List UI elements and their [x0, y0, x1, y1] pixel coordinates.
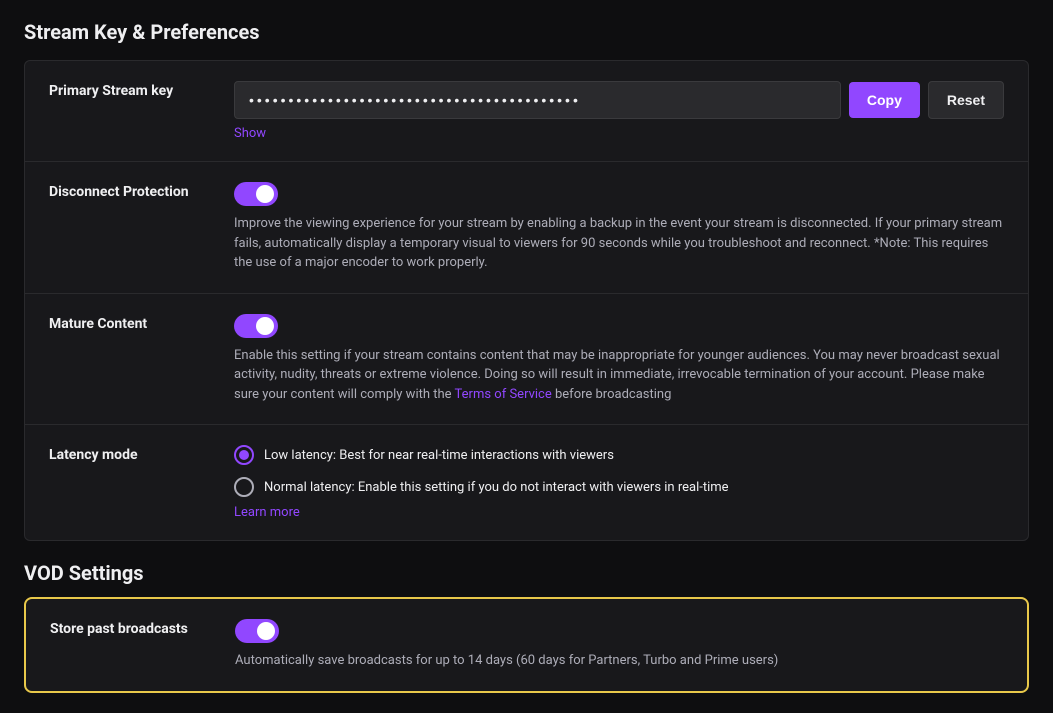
latency-mode-row: Latency mode Low latency: Best for near … — [25, 425, 1028, 540]
latency-low-label: Low latency: Best for near real-time int… — [264, 448, 614, 463]
disconnect-protection-content: Improve the viewing experience for your … — [234, 182, 1004, 273]
latency-mode-content: Low latency: Best for near real-time int… — [234, 445, 1004, 520]
mature-toggle-slider — [234, 314, 278, 338]
store-broadcasts-row: Store past broadcasts Automatically save… — [26, 599, 1027, 691]
disconnect-description: Improve the viewing experience for your … — [234, 214, 1004, 273]
store-toggle-slider — [235, 619, 279, 643]
store-toggle[interactable] — [235, 619, 279, 643]
mature-desc-part2: before broadcasting — [552, 387, 672, 402]
disconnect-protection-label: Disconnect Protection — [49, 182, 234, 200]
disconnect-protection-row: Disconnect Protection Improve the viewin… — [25, 162, 1028, 294]
latency-low-option[interactable]: Low latency: Best for near real-time int… — [234, 445, 1004, 465]
learn-more-link[interactable]: Learn more — [234, 505, 300, 520]
mature-toggle[interactable] — [234, 314, 278, 338]
mature-content-row: Mature Content Enable this setting if yo… — [25, 294, 1028, 426]
store-broadcasts-description: Automatically save broadcasts for up to … — [235, 651, 1003, 671]
page-title: Stream Key & Preferences — [24, 20, 1029, 44]
show-link[interactable]: Show — [234, 126, 266, 141]
stream-key-input-row: Copy Reset — [234, 81, 1004, 119]
latency-normal-option[interactable]: Normal latency: Enable this setting if y… — [234, 477, 1004, 497]
disconnect-toggle-slider — [234, 182, 278, 206]
mature-content-content: Enable this setting if your stream conta… — [234, 314, 1004, 405]
stream-key-content: Copy Reset Show — [234, 81, 1004, 141]
disconnect-toggle[interactable] — [234, 182, 278, 206]
latency-normal-label: Normal latency: Enable this setting if y… — [264, 480, 729, 495]
reset-button[interactable]: Reset — [928, 81, 1004, 119]
stream-key-input[interactable] — [234, 81, 841, 119]
store-broadcasts-label: Store past broadcasts — [50, 619, 235, 637]
page-container: Stream Key & Preferences Primary Stream … — [0, 0, 1053, 713]
tos-link[interactable]: Terms of Service — [455, 387, 552, 402]
mature-description: Enable this setting if your stream conta… — [234, 346, 1004, 405]
store-broadcasts-content: Automatically save broadcasts for up to … — [235, 619, 1003, 671]
store-toggle-container — [235, 619, 1003, 643]
stream-preferences-card: Primary Stream key Copy Reset Show Disco… — [24, 60, 1029, 541]
stream-key-row: Primary Stream key Copy Reset Show — [25, 61, 1028, 162]
latency-mode-label: Latency mode — [49, 445, 234, 463]
mature-content-label: Mature Content — [49, 314, 234, 332]
latency-low-radio[interactable] — [234, 445, 254, 465]
stream-key-label: Primary Stream key — [49, 81, 234, 99]
disconnect-toggle-container — [234, 182, 1004, 206]
latency-normal-radio[interactable] — [234, 477, 254, 497]
mature-toggle-container — [234, 314, 1004, 338]
vod-title: VOD Settings — [24, 561, 1029, 585]
vod-card: Store past broadcasts Automatically save… — [24, 597, 1029, 693]
latency-radio-group: Low latency: Best for near real-time int… — [234, 445, 1004, 497]
copy-button[interactable]: Copy — [849, 82, 920, 118]
